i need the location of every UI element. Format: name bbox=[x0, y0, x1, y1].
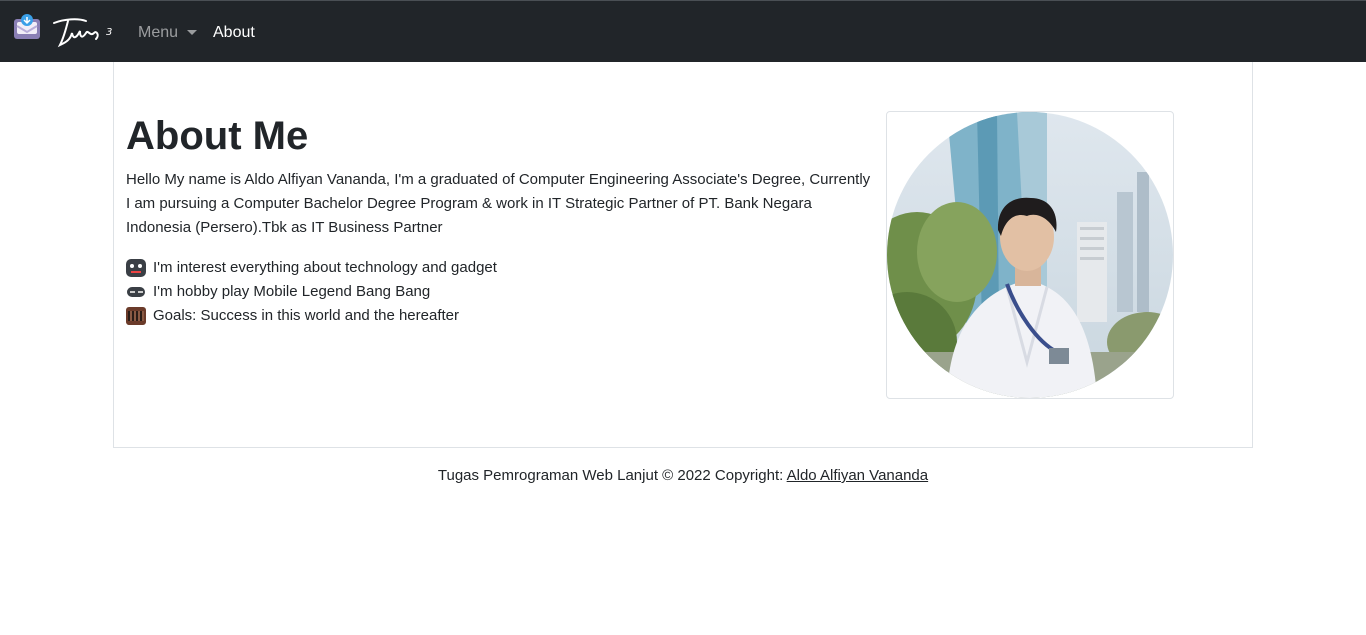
footer-author-link[interactable]: Aldo Alfiyan Vananda bbox=[787, 467, 929, 484]
svg-text:3: 3 bbox=[106, 27, 112, 38]
fact-text: I'm interest everything about technology… bbox=[153, 259, 497, 276]
profile-photo bbox=[886, 111, 1174, 399]
footer-text: Tugas Pemrograman Web Lanjut © 2022 Copy… bbox=[437, 467, 787, 484]
intro-text: Hello My name is Aldo Alfiyan Vananda, I… bbox=[126, 171, 871, 236]
nav-menu-dropdown[interactable]: Menu bbox=[138, 22, 198, 44]
list-item: I'm interest everything about technology… bbox=[126, 256, 726, 280]
about-card: About Me Hello My name is Aldo Alfiyan V… bbox=[113, 62, 1253, 448]
chevron-down-icon bbox=[187, 29, 198, 35]
keyboard-icon bbox=[126, 307, 146, 325]
page-title: About Me bbox=[126, 114, 309, 158]
list-item: I'm hobby play Mobile Legend Bang Bang bbox=[126, 280, 726, 304]
navbar: 3 Menu About bbox=[0, 0, 1366, 62]
gamepad-icon bbox=[126, 283, 146, 301]
footer: Tugas Pemrograman Web Lanjut © 2022 Copy… bbox=[0, 464, 1366, 488]
fact-text: Goals: Success in this world and the her… bbox=[153, 307, 459, 324]
fact-text: I'm hobby play Mobile Legend Bang Bang bbox=[153, 283, 431, 300]
brand-logo[interactable]: 3 bbox=[50, 13, 120, 51]
nav-menu-label: Menu bbox=[138, 24, 179, 41]
nav-link-about[interactable]: About bbox=[213, 22, 255, 44]
facts-list: I'm interest everything about technology… bbox=[126, 256, 726, 328]
list-item: Goals: Success in this world and the her… bbox=[126, 304, 726, 328]
robot-icon bbox=[126, 259, 146, 277]
mail-inbox-icon[interactable] bbox=[12, 13, 42, 41]
